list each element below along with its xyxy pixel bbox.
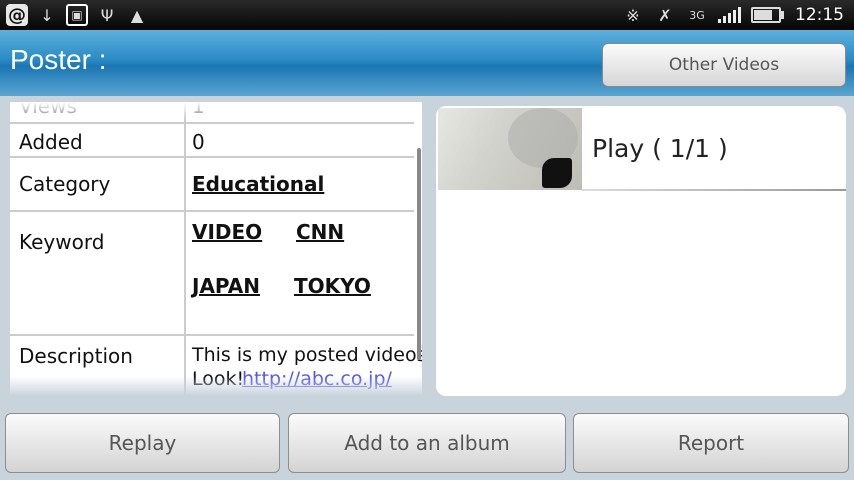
detail-row-keyword: Keyword VIDEO CNN JAPAN TOKYO (10, 212, 414, 336)
details-scrollbar[interactable] (417, 148, 421, 360)
replay-button[interactable]: Replay (5, 413, 280, 473)
detail-key: Description (19, 344, 133, 368)
status-bar: @ ↓ ▣ Ψ ▲ ※ ✗ 3G 12:15 (0, 0, 854, 30)
other-videos-button[interactable]: Other Videos (602, 43, 846, 87)
at-sign-icon: @ (6, 4, 28, 26)
lock-icon: ▣ (66, 4, 88, 26)
report-button[interactable]: Report (573, 413, 849, 473)
top-fade (10, 102, 414, 120)
keyword-link-tokyo[interactable]: TOKYO (294, 274, 371, 298)
warning-icon: ▲ (130, 5, 144, 25)
detail-row-added: Added 0 (10, 124, 414, 158)
detail-value: 0 (192, 130, 205, 154)
detail-row-category: Category Educational (10, 158, 414, 212)
add-to-album-button[interactable]: Add to an album (288, 413, 566, 473)
detail-key: Keyword (19, 230, 105, 254)
item-divider (582, 189, 846, 191)
bottom-fade (10, 376, 422, 396)
video-list-panel: Play ( 1/1 ) (436, 106, 846, 396)
usb-icon: Ψ (100, 5, 114, 25)
video-thumbnail[interactable] (438, 108, 582, 190)
3g-icon: 3G (689, 8, 705, 22)
category-link[interactable]: Educational (192, 172, 324, 196)
description-text: This is my posted videos (192, 344, 422, 366)
bluetooth-icon: ※ (626, 5, 640, 25)
play-video-item[interactable]: Play ( 1/1 ) (592, 134, 728, 163)
detail-key: Category (19, 172, 111, 196)
signal-icon (718, 7, 741, 23)
mute-icon: ✗ (658, 5, 672, 25)
title-bar: Poster : Other Videos (0, 30, 854, 96)
clock: 12:15 (795, 5, 844, 25)
video-details-list[interactable]: Views 1 Added 0 Category Educational Key… (10, 102, 422, 396)
detail-key: Added (19, 130, 83, 154)
keyword-link-video[interactable]: VIDEO (192, 220, 262, 244)
keyword-link-japan[interactable]: JAPAN (192, 274, 260, 298)
battery-icon (751, 7, 784, 23)
page-title: Poster : (10, 44, 107, 75)
download-icon: ↓ (40, 5, 54, 25)
keyword-link-cnn[interactable]: CNN (296, 220, 344, 244)
